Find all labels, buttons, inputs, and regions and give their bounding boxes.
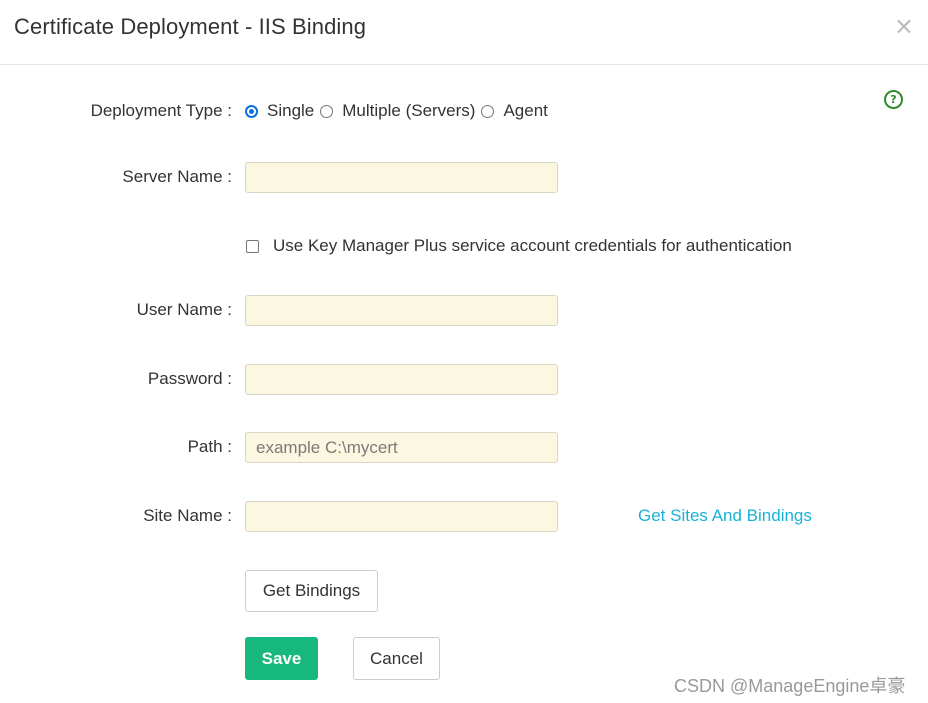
radio-agent[interactable] <box>481 104 495 118</box>
get-bindings-button[interactable]: Get Bindings <box>245 570 378 612</box>
server-name-input[interactable] <box>245 162 558 193</box>
save-button[interactable]: Save <box>245 637 318 680</box>
server-name-label: Server Name : <box>122 167 232 186</box>
path-input[interactable] <box>245 432 558 463</box>
deployment-type-radio-group: Single Multiple (Servers) Agent <box>245 101 554 121</box>
credentials-checkbox-label: Use Key Manager Plus service account cre… <box>273 236 792 255</box>
close-icon[interactable]: × <box>894 14 914 38</box>
credentials-checkbox[interactable] <box>246 239 259 253</box>
modal-title: Certificate Deployment - IIS Binding <box>14 14 367 39</box>
deployment-type-label: Deployment Type : <box>90 101 232 120</box>
radio-single-label: Single <box>267 101 315 120</box>
cancel-button[interactable]: Cancel <box>353 637 440 680</box>
radio-agent-label: Agent <box>503 101 548 120</box>
help-icon[interactable]: ? <box>884 90 903 109</box>
password-label: Password : <box>147 369 232 388</box>
site-name-input[interactable] <box>245 501 558 532</box>
radio-single[interactable] <box>245 104 258 118</box>
user-name-label: User Name : <box>136 300 232 319</box>
modal-header: Certificate Deployment - IIS Binding × <box>0 0 928 65</box>
get-sites-and-bindings-link[interactable]: Get Sites And Bindings <box>638 506 812 526</box>
radio-multiple-servers-label: Multiple (Servers) <box>342 101 476 120</box>
credentials-checkbox-row: Use Key Manager Plus service account cre… <box>246 236 792 256</box>
site-name-label: Site Name : <box>143 506 232 525</box>
watermark-text: CSDN @ManageEngine卓豪 <box>674 676 906 696</box>
radio-multiple-servers[interactable] <box>320 104 334 118</box>
path-label: Path : <box>187 437 232 456</box>
password-input[interactable] <box>245 364 558 395</box>
user-name-input[interactable] <box>245 295 558 326</box>
